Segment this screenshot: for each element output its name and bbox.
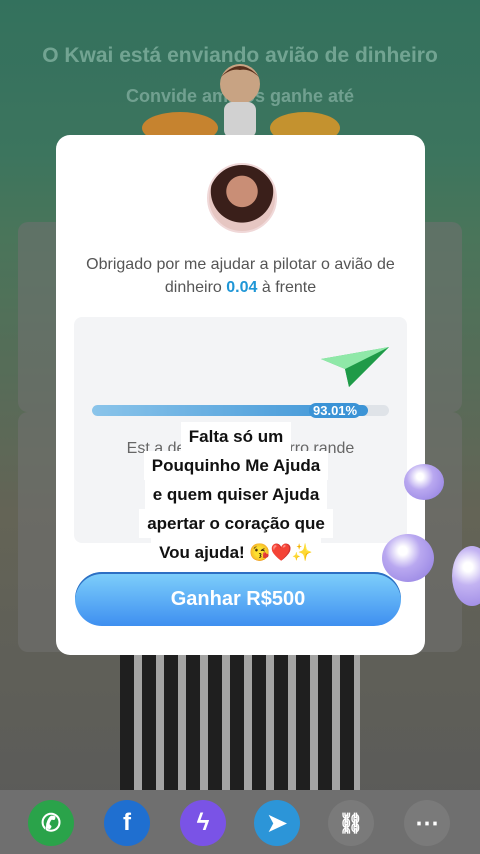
video-caption: Falta só um Pouquinho Me Ajuda e quem qu… xyxy=(130,422,342,567)
link-icon[interactable]: ⛓ xyxy=(328,800,374,846)
caption-line: Falta só um xyxy=(180,422,292,451)
messenger-icon[interactable]: ϟ xyxy=(180,800,226,846)
avatar xyxy=(207,163,277,233)
amount-value: 0.04 xyxy=(226,279,258,296)
progress-percent: 93.01% xyxy=(309,403,362,418)
caption-line: e quem quiser Ajuda xyxy=(144,480,328,509)
thanks-suffix: à frente xyxy=(261,279,317,296)
invite-modal: Obrigado por me ajudar a pilotar o avião… xyxy=(56,135,425,655)
thanks-message: Obrigado por me ajudar a pilotar o avião… xyxy=(76,253,405,299)
paper-plane-icon xyxy=(321,347,389,387)
facebook-icon[interactable]: f xyxy=(104,800,150,846)
heart-decoration xyxy=(404,464,444,500)
caption-line: Vou ajuda! 😘❤️✨ xyxy=(151,538,321,567)
caption-line: Pouquinho Me Ajuda xyxy=(143,451,329,480)
heart-decoration xyxy=(382,534,434,582)
more-icon[interactable]: ⋯ xyxy=(404,800,450,846)
telegram-icon[interactable]: ➤ xyxy=(254,800,300,846)
whatsapp-icon[interactable]: ✆ xyxy=(28,800,74,846)
earn-button[interactable]: Ganhar R$500 xyxy=(75,572,401,626)
caption-line: apertar o coração que xyxy=(139,509,333,538)
